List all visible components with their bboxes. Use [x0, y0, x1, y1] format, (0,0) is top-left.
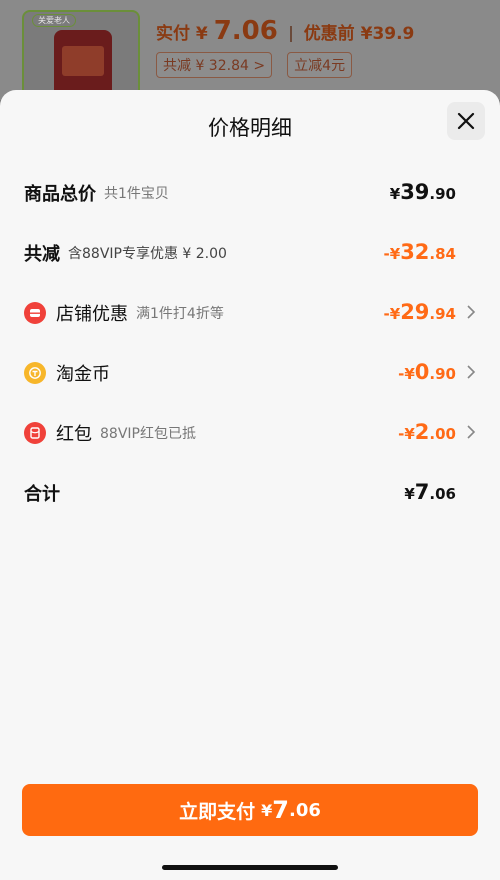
gold-coin-label: 淘金币 — [56, 364, 110, 385]
red-packet-sub: 88VIP红包已抵 — [100, 426, 196, 442]
pay-int: 7 — [272, 796, 289, 824]
paid-label: 实付 — [156, 24, 190, 44]
product-tag: 关爱老人 — [32, 14, 76, 27]
row-total-reduction: 共减 含88VIP专享优惠 ¥ 2.00 -¥32.84 — [24, 238, 476, 268]
total-dec: .90 — [429, 185, 456, 203]
sum-amount: ¥7.06 — [404, 480, 456, 504]
reduce-dec: .84 — [429, 245, 456, 263]
close-icon — [457, 112, 475, 130]
paid-yen: ¥ — [195, 24, 208, 44]
store-dec: .94 — [429, 305, 456, 323]
redpacket-int: 2 — [414, 420, 430, 444]
pay-dec: .06 — [288, 799, 321, 821]
redpacket-dec: .00 — [429, 425, 456, 443]
paid-amount: 7.06 — [213, 16, 278, 46]
store-discount-label: 店铺优惠 — [56, 304, 128, 325]
total-price-sub: 共1件宝贝 — [104, 186, 169, 202]
store-discount-amount: -¥29.94 — [384, 300, 456, 324]
home-indicator[interactable] — [162, 865, 338, 870]
reduce-int: 32 — [400, 240, 430, 264]
sheet-title: 价格明细 — [208, 116, 292, 140]
row-gold-coin[interactable]: 淘金币 -¥0.90 — [24, 358, 476, 388]
original-label: 优惠前 — [303, 24, 355, 44]
row-total-price: 商品总价 共1件宝贝 ¥39.90 — [24, 178, 476, 208]
coin-int: 0 — [414, 360, 430, 384]
instant-discount-chip: 立减4元 — [287, 52, 353, 78]
total-price-amount: ¥39.90 — [390, 180, 456, 204]
product-thumbnail: 关爱老人 — [22, 10, 140, 100]
close-button[interactable] — [447, 102, 485, 140]
total-int: 39 — [400, 180, 430, 204]
paid-price-summary: 实付 ¥ 7.06 优惠前 ¥39.9 — [156, 16, 414, 46]
sum-yen: ¥ — [404, 485, 415, 503]
total-yen: ¥ — [389, 185, 401, 203]
sum-int: 7 — [414, 480, 430, 504]
gold-coin-amount: -¥0.90 — [398, 360, 456, 384]
chevron-right-icon — [467, 365, 476, 379]
divider — [289, 26, 292, 42]
reduce-yen: -¥ — [383, 245, 401, 263]
row-store-discount[interactable]: 店铺优惠 满1件打4折等 -¥29.94 — [24, 298, 476, 328]
chevron-right-icon — [467, 425, 476, 439]
row-sum: 合计 ¥7.06 — [24, 478, 476, 508]
store-yen: -¥ — [383, 305, 401, 323]
redpacket-yen: -¥ — [398, 425, 415, 443]
reduction-chip[interactable]: 共减 ¥ 32.84 > — [156, 52, 273, 78]
red-packet-label: 红包 — [56, 424, 92, 445]
promo-chips: 共减 ¥ 32.84 > 立减4元 — [156, 52, 362, 78]
red-packet-amount: -¥2.00 — [398, 420, 456, 444]
chevron-right-icon — [467, 305, 476, 319]
store-coupon-icon — [24, 302, 46, 324]
reduction-amount: -¥32.84 — [384, 240, 456, 264]
reduction-sub: 含88VIP专享优惠 ¥ 2.00 — [68, 246, 227, 262]
red-packet-icon — [24, 422, 46, 444]
price-detail-sheet: 价格明细 商品总价 共1件宝贝 ¥39.90 共减 含88VIP专享优惠 ¥ 2… — [0, 90, 500, 880]
gold-coin-icon — [24, 362, 46, 384]
coin-yen: -¥ — [398, 365, 415, 383]
row-red-packet[interactable]: 红包 88VIP红包已抵 -¥2.00 — [24, 418, 476, 448]
coin-dec: .90 — [429, 365, 456, 383]
store-int: 29 — [400, 300, 430, 324]
pay-now-label: 立即支付 — [179, 800, 256, 823]
reduction-label: 共减 — [24, 244, 60, 265]
original-amount: ¥39.9 — [360, 24, 415, 44]
pay-yen: ¥ — [261, 800, 273, 820]
product-header-backdrop: 关爱老人 实付 ¥ 7.06 优惠前 ¥39.9 共减 ¥ 32.84 > 立减… — [0, 0, 500, 100]
total-price-label: 商品总价 — [24, 184, 96, 205]
sum-label: 合计 — [24, 484, 60, 505]
product-jar-label — [62, 46, 104, 76]
sum-dec: .06 — [429, 485, 456, 503]
pay-now-button[interactable]: 立即支付 ¥7.06 — [22, 784, 478, 836]
store-discount-sub: 满1件打4折等 — [136, 306, 224, 322]
